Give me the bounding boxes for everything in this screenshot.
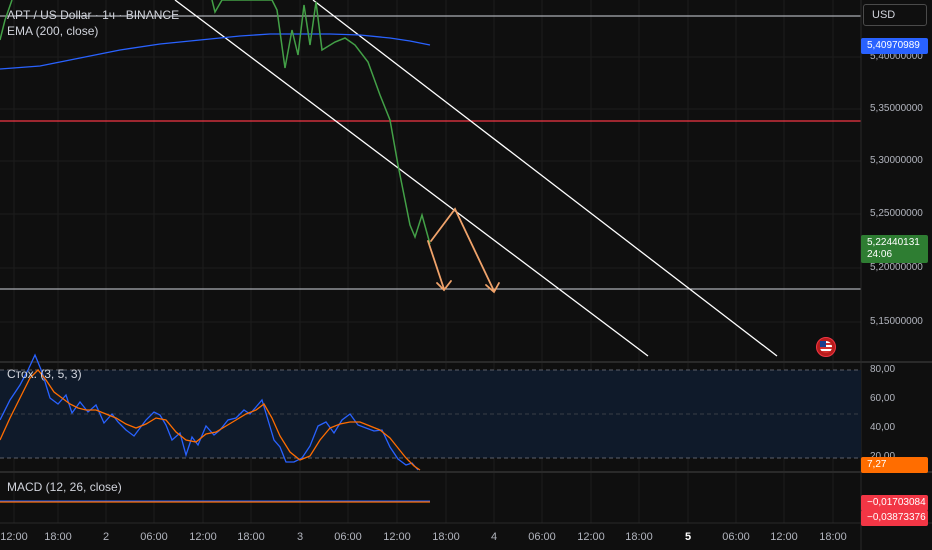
- time-tick: 12:00: [770, 531, 798, 543]
- time-tick: 12:00: [383, 531, 411, 543]
- stoch-tick: 40,00: [870, 422, 896, 433]
- chart-canvas[interactable]: [0, 0, 932, 550]
- price-tick: 5,15000000: [870, 316, 923, 327]
- us-flag-icon[interactable]: [816, 337, 836, 357]
- time-tick: 18:00: [625, 531, 653, 543]
- price-tick: 5,20000000: [870, 262, 923, 273]
- time-tick: 2: [102, 531, 110, 543]
- time-tick: 12:00: [189, 531, 217, 543]
- time-tick: 5: [684, 531, 692, 543]
- macd-legend[interactable]: MACD (12, 26, close): [7, 480, 122, 494]
- stoch-legend[interactable]: Стох. (3, 5, 3): [7, 367, 82, 381]
- time-tick: 4: [490, 531, 498, 543]
- current-price-value: 5,22440131: [867, 237, 920, 248]
- price-tick: 5,25000000: [870, 208, 923, 219]
- time-tick: 06:00: [334, 531, 362, 543]
- time-tick: 06:00: [140, 531, 168, 543]
- time-tick: 3: [296, 531, 304, 543]
- arrow-projection[interactable]: [427, 207, 500, 294]
- time-tick: 12:00: [577, 531, 605, 543]
- price-tick: 5,35000000: [870, 103, 923, 114]
- time-tick: 18:00: [432, 531, 460, 543]
- channel-line-lower[interactable]: [174, 0, 649, 357]
- time-tick: 18:00: [237, 531, 265, 543]
- time-tick: 18:00: [44, 531, 72, 543]
- currency-button[interactable]: USD: [863, 4, 927, 26]
- time-tick: 12:00: [0, 531, 28, 543]
- time-tick: 06:00: [528, 531, 556, 543]
- time-tick: 06:00: [722, 531, 750, 543]
- ema-price-tag: 5,40970989: [861, 38, 928, 54]
- candle-countdown: 24:06: [867, 249, 893, 260]
- price-tick: 5,30000000: [870, 155, 923, 166]
- channel-line-upper[interactable]: [312, 0, 778, 357]
- macd-value-tag: −0,01703084: [861, 495, 928, 511]
- stoch-value-tag: 7,27: [861, 457, 928, 473]
- macd-signal-tag: −0,03873376: [861, 510, 928, 526]
- time-tick: 18:00: [819, 531, 847, 543]
- stoch-tick: 60,00: [870, 393, 896, 404]
- ema-line[interactable]: [0, 33, 431, 70]
- current-price-tag: 5,22440131 24:06: [861, 235, 928, 263]
- stoch-tick: 80,00: [870, 364, 896, 375]
- ema-legend[interactable]: EMA (200, close): [7, 24, 98, 38]
- symbol-legend[interactable]: APT / US Dollar · 1ч · BINANCE: [7, 8, 179, 22]
